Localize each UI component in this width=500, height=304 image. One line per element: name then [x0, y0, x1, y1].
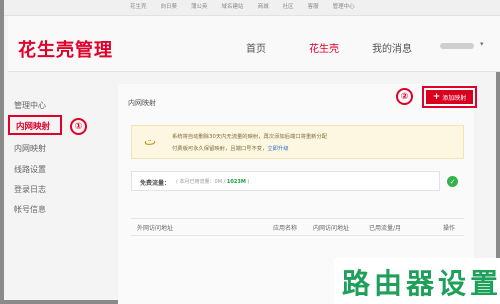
- quota-label: 免费流量：: [140, 180, 171, 187]
- quota-total: 1023M: [226, 179, 246, 185]
- top-nav: 花生壳 向日葵 蒲公英 域名建站 商城 社区 客服 管理中心: [130, 2, 355, 12]
- top-link-shop[interactable]: 商城: [258, 2, 269, 12]
- top-strip: 花生壳 向日葵 蒲公英 域名建站 商城 社区 客服 管理中心: [4, 0, 500, 16]
- upgrade-link[interactable]: 立即升级: [267, 146, 288, 152]
- col-external-address: 外网访问地址: [137, 225, 174, 232]
- sidebar-item-account[interactable]: 帐号信息: [14, 204, 46, 215]
- nav-messages[interactable]: 我的消息: [372, 40, 412, 55]
- sidebar-item-mapping[interactable]: 内网映射: [14, 143, 46, 154]
- step-marker-2: ②: [396, 88, 413, 105]
- user-name[interactable]: [440, 43, 474, 49]
- notice-line-2-text: 付费版可永久保留映射，且端口号不变，: [172, 146, 268, 152]
- col-actions: 操作: [443, 225, 456, 232]
- chevron-down-icon[interactable]: ▾: [480, 40, 484, 48]
- col-app-name: 应用名称: [273, 225, 298, 232]
- step-marker-1: ①: [70, 118, 87, 135]
- top-link-community[interactable]: 社区: [283, 2, 294, 12]
- plus-icon: +: [432, 91, 441, 102]
- add-mapping-button[interactable]: + 添加映射: [422, 86, 477, 108]
- page-title: 内网映射: [128, 99, 156, 107]
- smile-icon: ت: [144, 134, 157, 149]
- top-link-huashengke[interactable]: 花生壳: [130, 2, 147, 12]
- watermark-text: 路由器设置: [342, 267, 500, 300]
- nav-home[interactable]: 首页: [246, 40, 266, 55]
- notice-line-2: 付费版可永久保留映射，且端口号不变，立即升级: [172, 144, 289, 152]
- table-header: 外网访问地址 应用名称 内网访问地址 已用流量/月 操作: [131, 218, 464, 236]
- top-link-service[interactable]: 客服: [308, 2, 319, 12]
- watermark: 路由器设置: [334, 258, 500, 304]
- sidebar-item-mapping-active[interactable]: 内网映射: [16, 120, 50, 132]
- top-link-domain[interactable]: 域名建站: [222, 2, 244, 12]
- top-link-management[interactable]: 管理中心: [333, 2, 355, 12]
- add-mapping-button-inner[interactable]: + 添加映射: [426, 90, 473, 104]
- sidebar-item-line-settings[interactable]: 线路设置: [14, 164, 46, 175]
- col-traffic: 已用流量/月: [369, 225, 402, 232]
- quota-bar: 免费流量： ( 本月已用流量：0M / 1023M ): [131, 171, 440, 191]
- col-internal-address: 内网访问地址: [313, 225, 350, 232]
- top-link-xiangrikui[interactable]: 向日葵: [161, 2, 178, 12]
- header: 花生壳管理 首页 花生壳 我的消息 ▾: [8, 16, 500, 72]
- sidebar-item-login-log[interactable]: 登录日志: [14, 184, 46, 195]
- nav-huashengke[interactable]: 花生壳: [309, 40, 339, 55]
- notice-box: ت 系统将自动删除30天内无流量的映射，再次添加后端口将重新分配 付费版可永久保…: [131, 125, 464, 159]
- add-mapping-label: 添加映射: [442, 94, 467, 102]
- quota-detail: ( 本月已用流量：0M / 1023M ): [176, 179, 250, 185]
- sidebar-item-management[interactable]: 管理中心: [14, 100, 46, 111]
- app-window: 花生壳 向日葵 蒲公英 域名建站 商城 社区 客服 管理中心 花生壳管理 首页 …: [0, 0, 500, 304]
- top-link-pugongying[interactable]: 蒲公英: [191, 2, 208, 12]
- logo[interactable]: 花生壳管理: [18, 36, 113, 62]
- notice-line-1: 系统将自动删除30天内无流量的映射，再次添加后端口将重新分配: [172, 134, 328, 140]
- check-circle-icon[interactable]: ✓: [447, 176, 458, 187]
